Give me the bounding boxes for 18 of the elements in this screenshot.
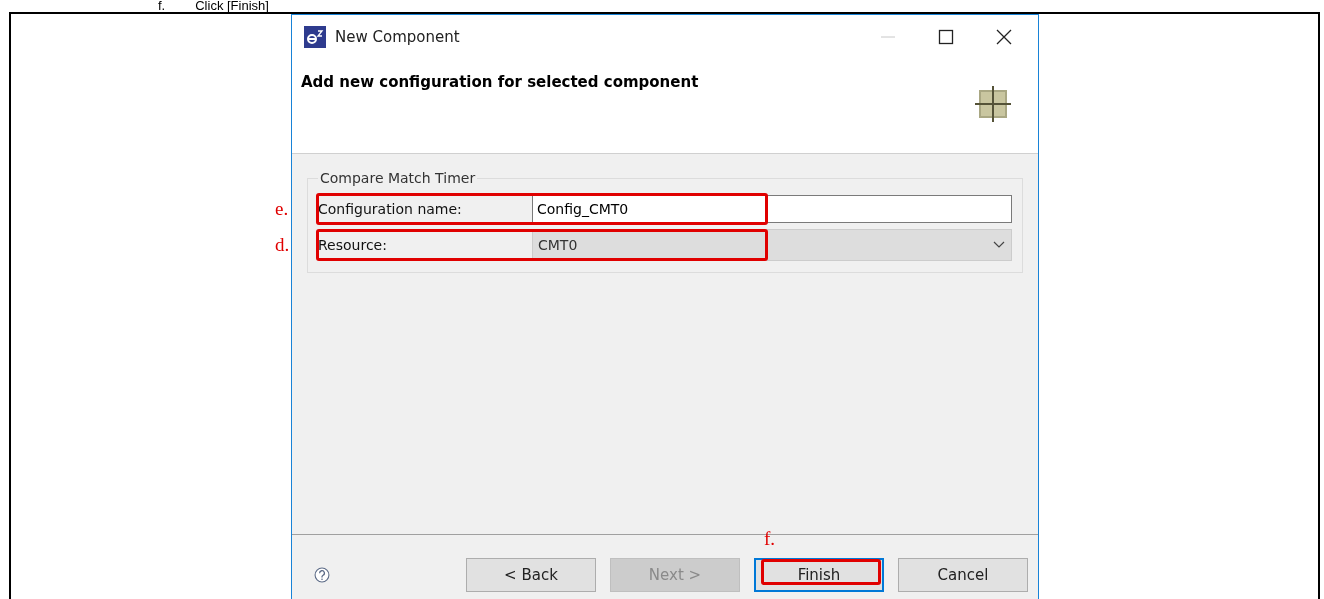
window-title: New Component (335, 28, 460, 46)
group-title: Compare Match Timer (319, 170, 477, 186)
field-label: Configuration name: (318, 201, 463, 217)
dialog-heading: Add new configuration for selected component (301, 73, 699, 93)
text-field[interactable]: Config_CMT0 (532, 195, 1012, 223)
annotation-label: f. (764, 528, 776, 550)
step-number: f. (158, 0, 166, 12)
dialog-button[interactable]: < Back (466, 558, 596, 592)
field-label: Resource: (318, 237, 388, 253)
app-logo-icon (304, 26, 326, 48)
step-text: Click [Finish] (195, 0, 269, 12)
annotation-label: e. (275, 198, 289, 220)
grid-icon (974, 85, 1012, 123)
maximize-icon[interactable] (938, 29, 954, 45)
chevron-down-icon (993, 241, 1005, 249)
close-icon[interactable] (996, 29, 1012, 45)
annotation-label: d. (275, 234, 290, 256)
dialog-button[interactable]: Cancel (898, 558, 1028, 592)
